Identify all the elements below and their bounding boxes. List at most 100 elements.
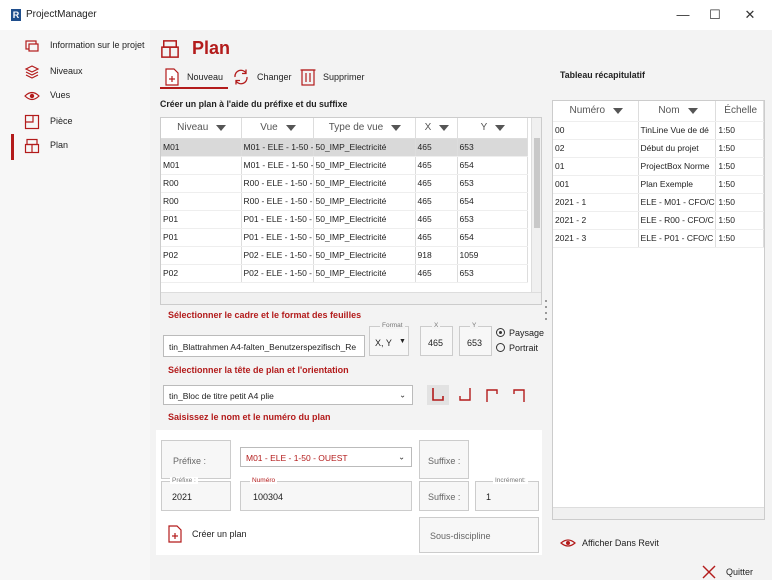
column-header-y[interactable]: Y: [457, 118, 528, 139]
horizontal-scrollbar[interactable]: [161, 292, 541, 304]
delete-label: Supprimer: [323, 72, 365, 82]
frame-select[interactable]: tin_Blattrahmen A4-falten_Benutzerspezif…: [163, 335, 365, 357]
x-field[interactable]: 465: [420, 326, 453, 356]
filter-icon[interactable]: [391, 124, 402, 131]
view-select[interactable]: M01 - ELE - 1-50 - OUEST ⌄: [240, 447, 412, 467]
scrollbar-thumb[interactable]: [534, 138, 540, 228]
table-row[interactable]: R00R00 - ELE - 1-50 - OUEST50_IMP_Electr…: [161, 174, 528, 193]
sidebar-item-levels[interactable]: Niveaux: [0, 60, 150, 86]
prefix-button[interactable]: Préfixe :: [161, 440, 231, 479]
close-icon: [702, 565, 716, 579]
y-label: Y: [470, 322, 479, 329]
eye-icon: [560, 537, 576, 549]
orientation-icon: [430, 387, 446, 403]
prefix-field[interactable]: 2021: [161, 481, 231, 511]
panel-splitter[interactable]: [545, 300, 547, 326]
section-titleblock-title: Sélectionner la tête de plan et l'orient…: [168, 365, 349, 375]
table-row[interactable]: P02P02 - ELE - 1-50 - EST50_IMP_Electric…: [161, 264, 528, 283]
summary-title: Tableau récapitulatif: [560, 70, 645, 80]
sidebar-item-views[interactable]: Vues: [0, 84, 150, 110]
filter-icon[interactable]: [613, 107, 624, 114]
radio-unchecked: [496, 343, 505, 352]
increment-field[interactable]: 1: [475, 481, 539, 511]
column-header-x[interactable]: X: [415, 118, 458, 139]
format-select[interactable]: X, Y ▼: [369, 326, 409, 356]
sidebar-item-label: Niveaux: [50, 66, 83, 76]
delete-button[interactable]: Supprimer: [300, 66, 372, 88]
suffix-button-2[interactable]: Suffixe :: [419, 481, 469, 511]
prefix-label: Préfixe :: [170, 477, 198, 484]
sidebar-item-project-info[interactable]: Information sur le projet: [0, 34, 150, 60]
sidebar-item-rooms[interactable]: Pièce: [0, 110, 150, 136]
maximize-button[interactable]: ☐: [700, 7, 730, 23]
number-field[interactable]: 100304: [240, 481, 412, 511]
table-row[interactable]: R00R00 - ELE - 1-50 - EST50_IMP_Electric…: [161, 192, 528, 211]
column-header-view-type[interactable]: Type de vue: [313, 118, 416, 139]
y-field[interactable]: 653: [459, 326, 492, 356]
section-create-title: Créer un plan à l'aide du préfixe et du …: [160, 99, 348, 109]
vertical-scrollbar[interactable]: [531, 118, 541, 292]
change-label: Changer: [257, 72, 292, 82]
new-button[interactable]: Nouveau: [160, 66, 230, 89]
window-title: ProjectManager: [26, 9, 97, 20]
show-in-revit-button[interactable]: Afficher Dans Revit: [560, 535, 700, 553]
orientation-top-right-button[interactable]: [481, 385, 503, 405]
table-row[interactable]: P02P02 - ELE - 1-50 - OUEST50_IMP_Electr…: [161, 246, 528, 265]
project-info-icon: [24, 38, 40, 54]
suffix-button[interactable]: Suffixe :: [419, 440, 469, 479]
layers-icon: [24, 64, 40, 80]
filter-icon[interactable]: [285, 124, 296, 131]
horizontal-scrollbar[interactable]: [553, 507, 764, 519]
table-row[interactable]: 2021 - 3 ELE - P01 - CFO/C 1:50: [553, 229, 764, 248]
filter-icon[interactable]: [687, 107, 698, 114]
column-header-name[interactable]: Nom: [638, 101, 717, 122]
table-row[interactable]: M01M01 - ELE - 1-50 - EST50_IMP_Electric…: [161, 156, 528, 175]
minimize-button[interactable]: —: [668, 7, 698, 22]
table-row[interactable]: 2021 - 1 ELE - M01 - CFO/C 1:50: [553, 193, 764, 212]
refresh-icon: [232, 68, 250, 86]
views-grid[interactable]: Niveau Vue Type de vue X Y M01 M01 - ELE …: [160, 117, 542, 305]
column-header-level[interactable]: Niveau: [161, 118, 242, 139]
chevron-down-icon: ⌄: [399, 390, 406, 400]
orientation-icon: [511, 387, 527, 403]
number-label: Numéro: [250, 477, 278, 484]
filter-icon[interactable]: [439, 124, 450, 131]
orientation-icon: [484, 387, 500, 403]
chevron-down-icon: ▼: [399, 338, 406, 345]
active-tab-underline: [160, 87, 228, 89]
create-plan-button[interactable]: Créer un plan: [167, 524, 267, 546]
titleblock-select[interactable]: tin_Bloc de titre petit A4 plie ⌄: [163, 385, 413, 405]
sidebar-item-label: Plan: [50, 140, 69, 150]
plan-header-icon: [160, 39, 180, 59]
orientation-top-left-button[interactable]: [508, 385, 530, 405]
room-icon: [24, 114, 40, 130]
increment-label: Incrément:: [493, 477, 528, 484]
orientation-icon: [457, 387, 473, 403]
filter-icon[interactable]: [216, 124, 227, 131]
table-row[interactable]: 2021 - 2 ELE - R00 - CFO/C 1:50: [553, 211, 764, 230]
summary-grid[interactable]: Numéro Nom Échelle 00 TinLine Vue de dé 1:…: [552, 100, 765, 520]
orientation-bottom-left-button[interactable]: [454, 385, 476, 405]
close-button[interactable]: ✕: [735, 7, 765, 23]
quit-button[interactable]: Quitter: [702, 565, 762, 579]
table-row[interactable]: 01 ProjectBox Norme 1:50: [553, 157, 764, 176]
column-header-view[interactable]: Vue: [241, 118, 314, 139]
table-row[interactable]: P01P01 - ELE - 1-50 - OUEST50_IMP_Electr…: [161, 210, 528, 229]
x-label: X: [432, 322, 441, 329]
filter-icon[interactable]: [495, 124, 506, 131]
subdiscipline-button[interactable]: Sous-discipline: [419, 517, 539, 553]
change-button[interactable]: Changer: [232, 66, 294, 88]
table-row[interactable]: 02 Début du projet 1:50: [553, 139, 764, 158]
sidebar-item-label: Vues: [50, 90, 71, 100]
table-row[interactable]: M01M01 - ELE - 1-50 - OUEST50_IMP_Electr…: [161, 138, 528, 157]
sheet-icon: [24, 138, 40, 154]
table-row[interactable]: P01P01 - ELE - 1-50 - EST50_IMP_Electric…: [161, 228, 528, 247]
table-row[interactable]: 001 Plan Exemple 1:50: [553, 175, 764, 194]
sidebar-item-plan[interactable]: Plan: [0, 134, 150, 160]
orientation-bottom-right-button[interactable]: [427, 385, 449, 405]
column-header-number[interactable]: Numéro: [553, 101, 639, 122]
section-frame-title: Sélectionner le cadre et le format des f…: [168, 310, 362, 320]
table-row[interactable]: 00 TinLine Vue de dé 1:50: [553, 121, 764, 140]
column-header-scale[interactable]: Échelle: [715, 101, 764, 122]
page-title: Plan: [192, 38, 231, 58]
